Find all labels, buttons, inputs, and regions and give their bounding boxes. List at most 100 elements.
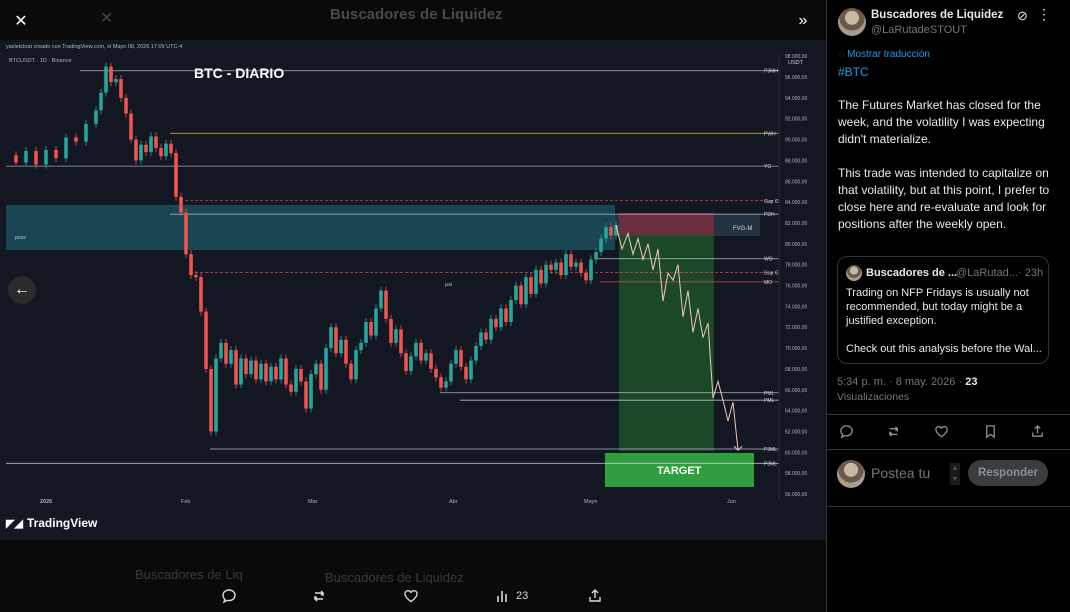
price-tick: 80.000,00 bbox=[785, 242, 807, 248]
candle bbox=[144, 144, 148, 153]
candle bbox=[264, 363, 268, 382]
pml-label: pml bbox=[445, 282, 452, 287]
reply-scroll-icon[interactable]: ▲ ▼ bbox=[950, 463, 960, 485]
time-tick: Jun bbox=[727, 499, 736, 505]
share-icon bbox=[589, 589, 601, 602]
level-tag: WO bbox=[764, 257, 773, 263]
tradingview-icon: ◤◢ bbox=[6, 517, 23, 530]
candle bbox=[534, 269, 538, 294]
candle bbox=[329, 327, 333, 349]
candle bbox=[339, 339, 343, 354]
post-meta: 5:34 p. m. · 8 may. 2026 · 23 bbox=[837, 376, 977, 388]
post-text-1: The Futures Market has closed for the we… bbox=[838, 98, 1045, 146]
author-name[interactable]: Buscadores de Liquidez bbox=[871, 9, 1003, 21]
post-repost-icon bbox=[888, 426, 899, 437]
post-reply-button[interactable] bbox=[839, 424, 854, 442]
fvg-zone bbox=[6, 205, 615, 250]
reply-action[interactable] bbox=[221, 582, 237, 610]
more-options-icon[interactable]: ⋮ bbox=[1037, 6, 1051, 23]
candle bbox=[514, 285, 518, 301]
share-action[interactable] bbox=[587, 582, 603, 610]
candle bbox=[134, 139, 138, 161]
post-share-button[interactable] bbox=[1030, 424, 1045, 442]
views-action[interactable]: 23 bbox=[496, 582, 528, 610]
post-bookmark-button[interactable] bbox=[983, 424, 998, 442]
reply-button[interactable]: Responder bbox=[968, 460, 1048, 486]
candle bbox=[54, 149, 58, 159]
post-timestamp[interactable]: 5:34 p. m. · 8 may. 2026 · bbox=[837, 376, 962, 388]
candle bbox=[204, 311, 208, 369]
collapse-panel-button[interactable]: » bbox=[788, 6, 818, 36]
candle bbox=[219, 342, 223, 359]
price-tick: 86.000,00 bbox=[785, 179, 807, 185]
quote-avatar bbox=[846, 265, 862, 281]
candle bbox=[454, 350, 458, 364]
candle bbox=[469, 360, 473, 380]
level-tag: YO bbox=[764, 164, 771, 170]
avatar[interactable] bbox=[838, 8, 866, 36]
candle bbox=[299, 368, 303, 382]
stop-zone bbox=[619, 213, 714, 235]
price-tick: 94.000,00 bbox=[785, 96, 807, 102]
quote-text-1: Trading on NFP Fridays is usually not re… bbox=[846, 287, 1029, 327]
fvg-label: FVG-M bbox=[733, 226, 752, 232]
candle bbox=[399, 329, 403, 354]
grok-icon[interactable]: ⊘ bbox=[1017, 8, 1028, 24]
previous-media-button[interactable]: ← bbox=[8, 276, 36, 304]
candle bbox=[444, 381, 448, 388]
chart-symbol: BTCUSDT · 1D · Binance bbox=[9, 58, 72, 64]
author-handle[interactable]: @LaRutadeSTOUT bbox=[871, 24, 967, 36]
candle bbox=[154, 136, 158, 148]
quote-author: Buscadores de ... bbox=[866, 267, 958, 279]
post-like-button[interactable] bbox=[934, 424, 949, 442]
candle bbox=[129, 113, 133, 140]
candle bbox=[139, 144, 143, 161]
candle bbox=[334, 327, 338, 354]
candle bbox=[229, 350, 233, 364]
candle bbox=[354, 350, 358, 380]
quoted-post[interactable]: Buscadores de ... @LaRutad... · 23h Trad… bbox=[837, 256, 1049, 364]
reply-input[interactable]: Postea tu bbox=[871, 465, 930, 481]
candle bbox=[419, 342, 423, 361]
hashtag-link[interactable]: #BTC bbox=[838, 65, 869, 79]
candle bbox=[584, 272, 588, 281]
candle bbox=[209, 368, 213, 432]
repost-action[interactable] bbox=[312, 582, 328, 610]
like-action[interactable] bbox=[403, 582, 419, 610]
price-tick: 82.000,00 bbox=[785, 221, 807, 227]
level-tag: P3ML bbox=[764, 461, 777, 467]
candle bbox=[439, 377, 443, 388]
time-tick: Mar bbox=[308, 499, 318, 505]
candle bbox=[249, 360, 253, 375]
candle bbox=[164, 143, 168, 157]
candle bbox=[474, 345, 478, 361]
post-repost-button[interactable] bbox=[887, 424, 902, 442]
candle bbox=[594, 252, 598, 260]
pdl-label: pDml bbox=[15, 235, 26, 240]
price-tick: 74.000,00 bbox=[785, 304, 807, 310]
candle bbox=[524, 277, 528, 305]
candle bbox=[389, 318, 393, 343]
level-tag: P3ML bbox=[764, 447, 777, 453]
tradingview-logo: ◤◢ TradingView bbox=[6, 516, 97, 530]
repost-icon bbox=[314, 590, 324, 602]
axis-bg bbox=[779, 54, 826, 540]
candle bbox=[44, 149, 48, 165]
background-author: Buscadores de Liq bbox=[135, 567, 243, 582]
candle bbox=[529, 277, 533, 294]
candle bbox=[34, 151, 38, 165]
candle bbox=[284, 358, 288, 385]
price-tick: 98.000,00 bbox=[785, 54, 807, 60]
tradingview-chart: yaslelstoat creado con TradingView.com, … bbox=[0, 40, 826, 540]
views-label: Visualizaciones bbox=[837, 391, 910, 403]
candle bbox=[564, 254, 568, 276]
candle bbox=[279, 358, 283, 380]
translate-link[interactable]: ◌ Mostrar traducción bbox=[839, 49, 930, 60]
candle bbox=[324, 348, 328, 390]
background-title: Buscadores de Liquidez bbox=[330, 6, 503, 23]
time-tick: Feb bbox=[181, 499, 190, 505]
media-viewer: Buscadores de Liquidez ✕ Buscadores de L… bbox=[0, 0, 826, 612]
close-button[interactable]: ✕ bbox=[6, 6, 36, 36]
candle bbox=[239, 358, 243, 385]
reply-avatar bbox=[837, 460, 865, 488]
